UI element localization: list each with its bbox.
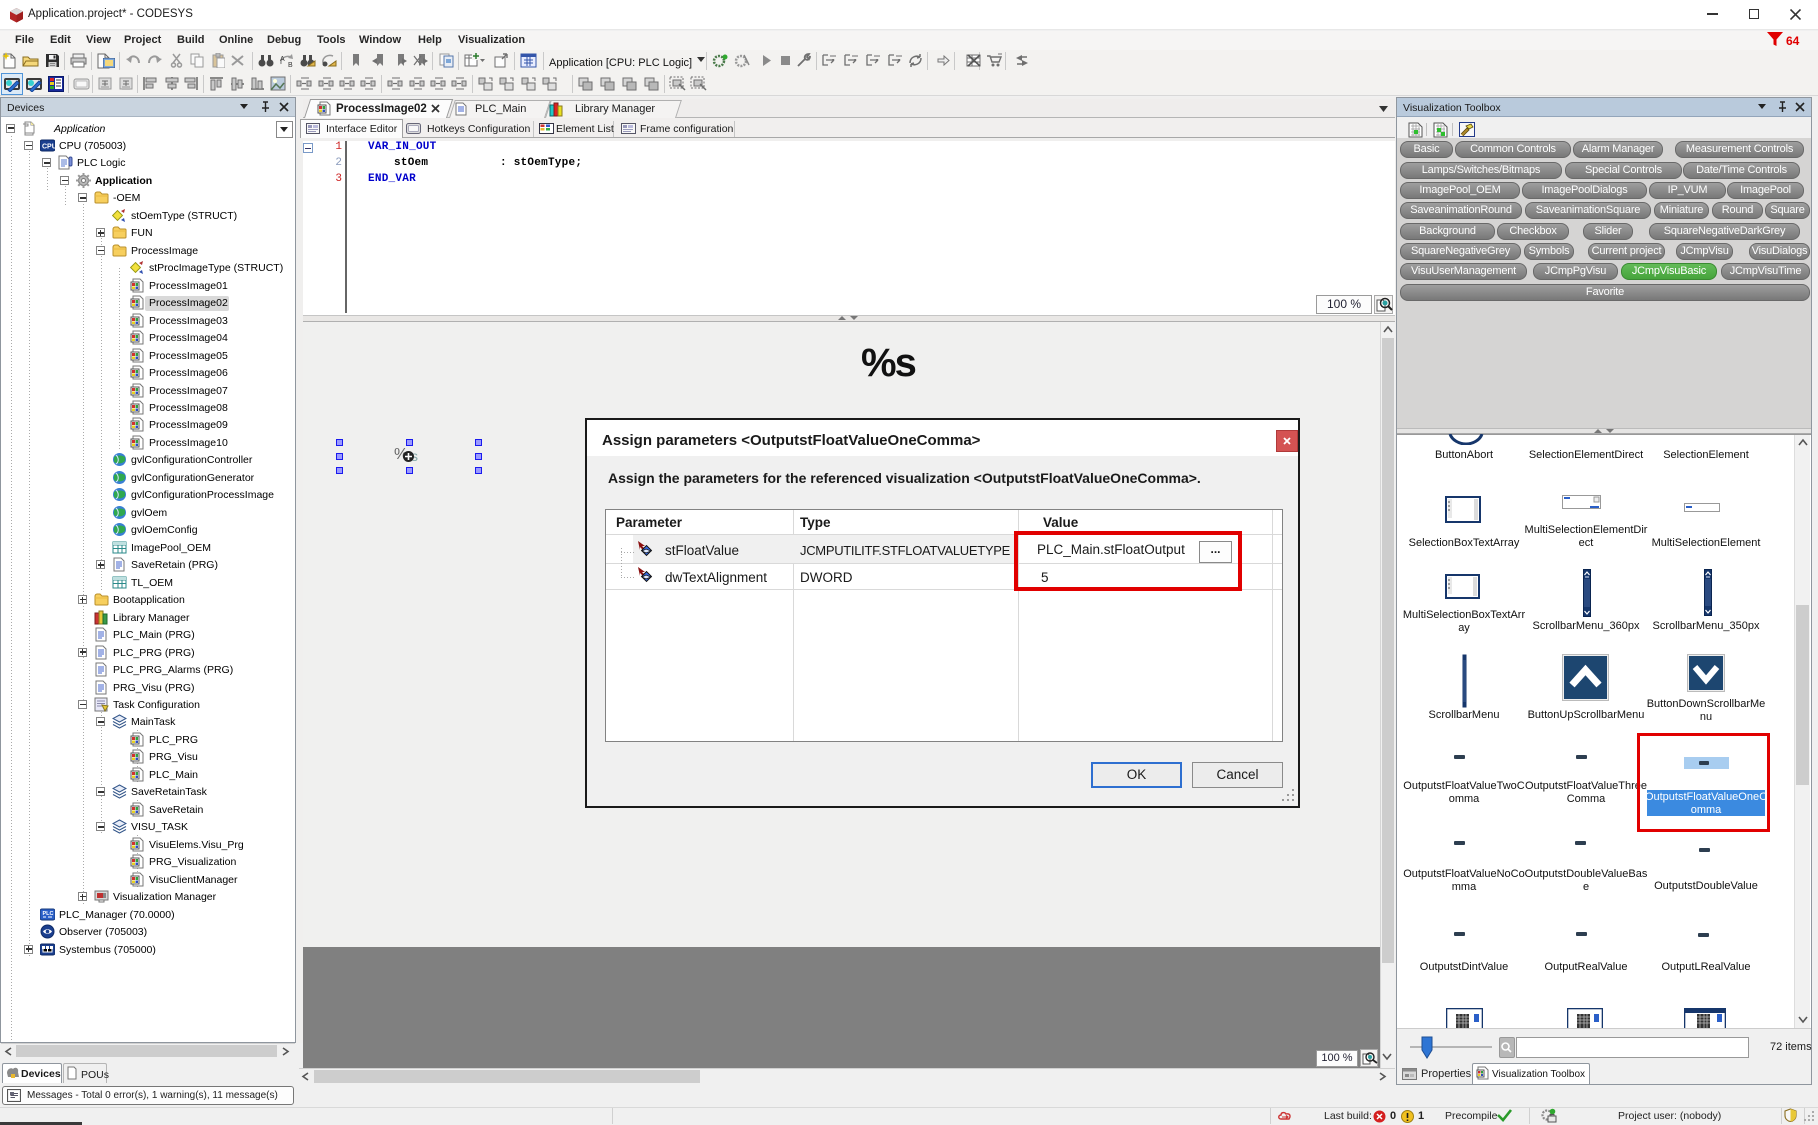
- svg-text:A: A: [280, 56, 285, 63]
- svg-text:CPU: CPU: [42, 143, 55, 150]
- svg-text:PLC: PLC: [43, 911, 54, 917]
- svg-text:B: B: [288, 62, 293, 68]
